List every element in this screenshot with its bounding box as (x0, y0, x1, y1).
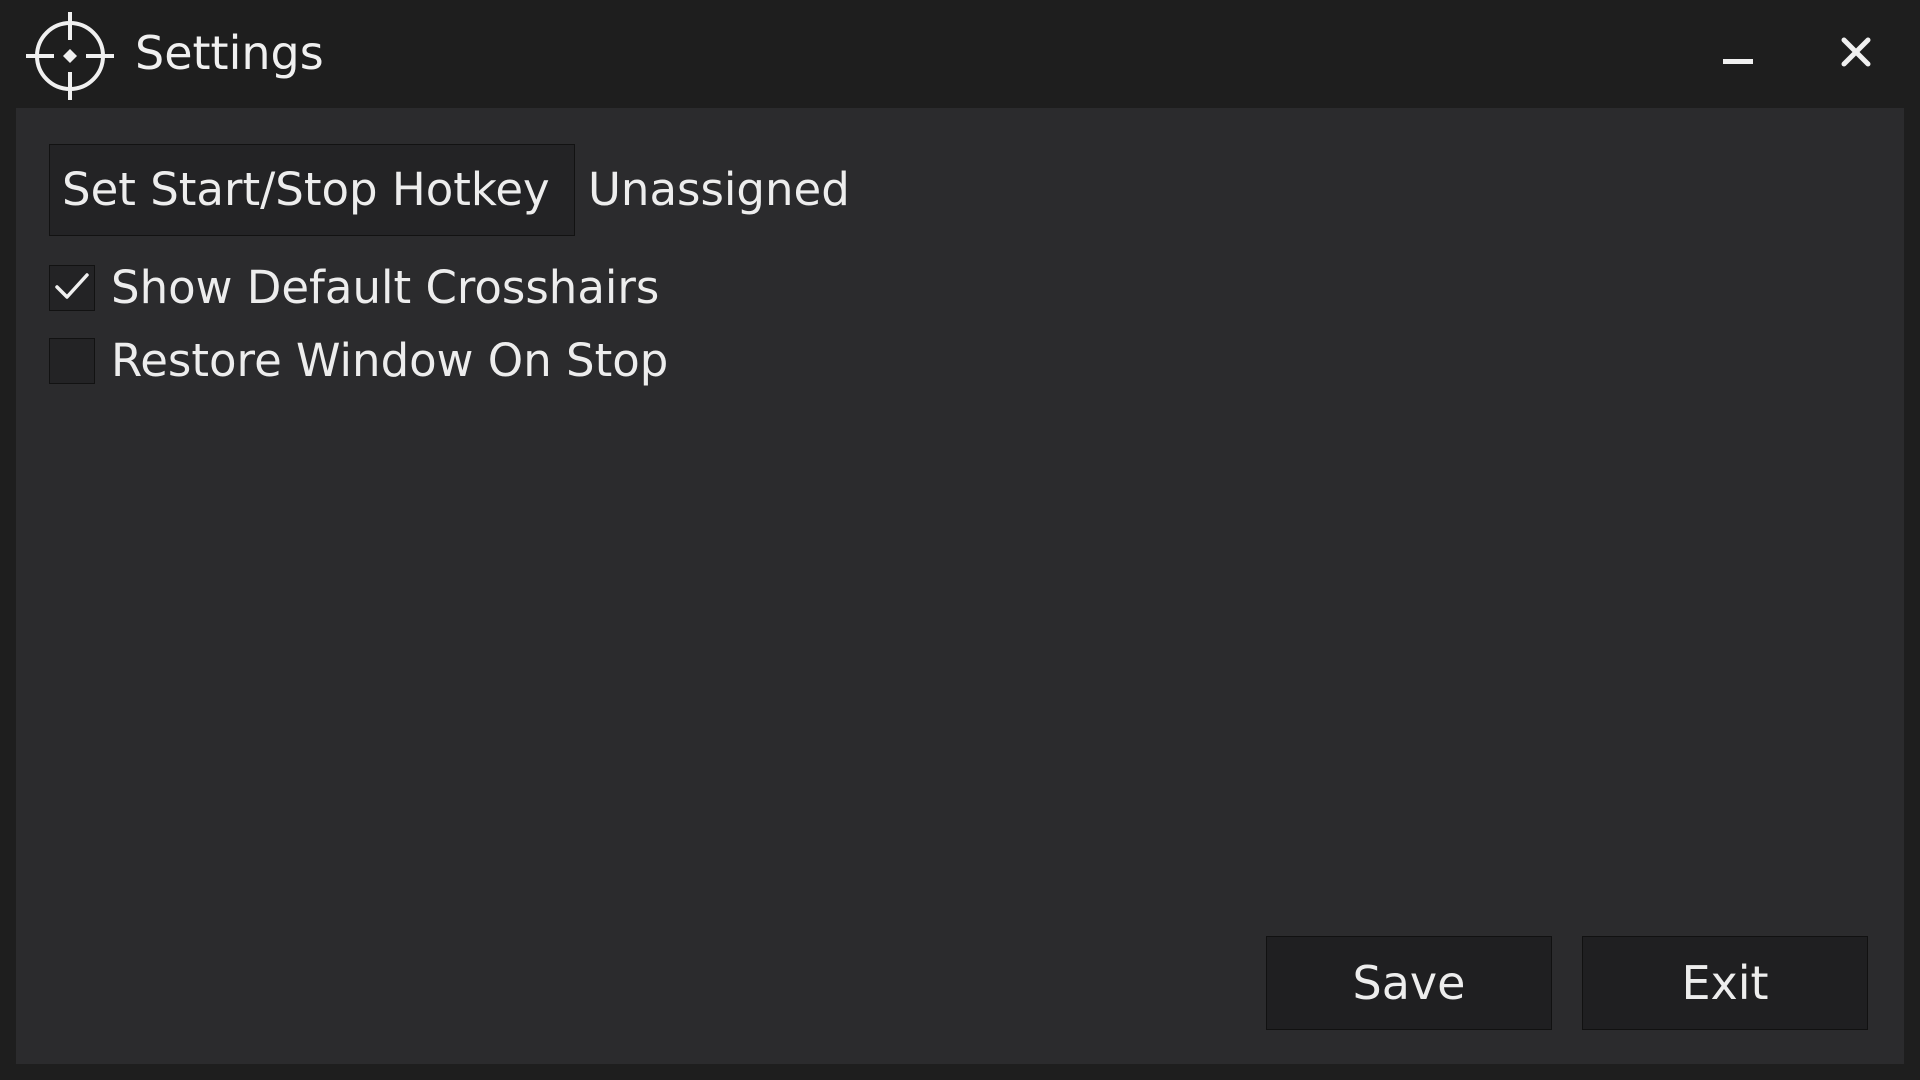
settings-window: Settings Set Start/Stop Hotkey Unassigne… (0, 0, 1920, 1080)
restore-window-on-stop-option[interactable]: Restore Window On Stop (49, 331, 668, 391)
show-default-crosshairs-option[interactable]: Show Default Crosshairs (49, 258, 659, 318)
checkmark-icon (52, 266, 92, 310)
restore-window-on-stop-label: Restore Window On Stop (111, 334, 669, 387)
save-button[interactable]: Save (1266, 936, 1552, 1030)
exit-button[interactable]: Exit (1582, 936, 1868, 1030)
minimize-button[interactable] (1698, 14, 1778, 94)
crosshair-icon (24, 10, 116, 102)
settings-panel: Set Start/Stop Hotkey Unassigned Show De… (16, 108, 1904, 1064)
set-hotkey-button[interactable]: Set Start/Stop Hotkey (49, 144, 575, 236)
restore-window-on-stop-checkbox[interactable] (49, 338, 95, 384)
show-default-crosshairs-label: Show Default Crosshairs (111, 261, 660, 314)
minimize-icon (1721, 35, 1755, 73)
close-icon (1839, 35, 1873, 73)
close-button[interactable] (1816, 14, 1896, 94)
window-title: Settings (135, 26, 324, 80)
hotkey-value: Unassigned (588, 163, 850, 216)
show-default-crosshairs-checkbox[interactable] (49, 265, 95, 311)
title-bar[interactable]: Settings (0, 0, 1920, 108)
